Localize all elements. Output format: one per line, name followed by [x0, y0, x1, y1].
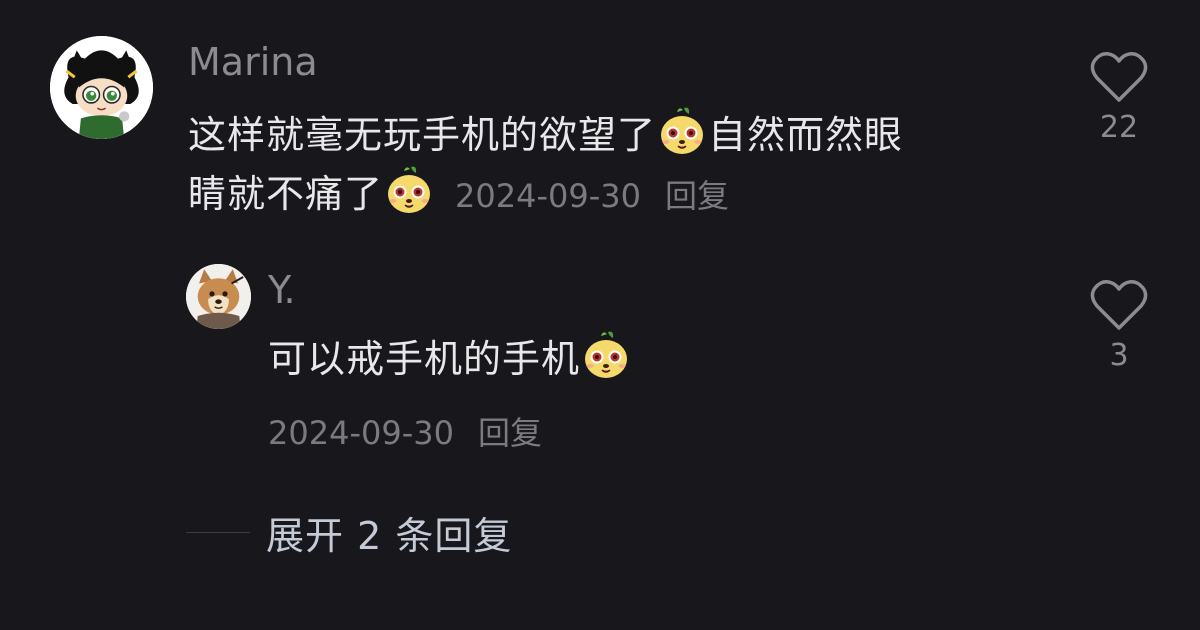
comment-username[interactable]: Marina — [188, 40, 318, 84]
expand-replies-button[interactable]: 展开 2 条回复 — [186, 505, 512, 560]
cartoon-girl-avatar-icon — [50, 36, 153, 139]
comment-text-part: 这样就毫无玩手机的欲望了 — [188, 113, 657, 157]
reply-button[interactable]: 回复 — [478, 414, 542, 452]
avatar[interactable] — [50, 36, 153, 139]
like-button[interactable]: 3 — [1084, 278, 1154, 373]
comment-text-part: 自然而然眼 — [708, 113, 904, 157]
like-count: 22 — [1099, 110, 1139, 145]
reply-text: 可以戒手机的手机 — [268, 330, 632, 389]
comment-text: 这样就毫无玩手机的欲望了 自然而然眼 睛就不痛了 2024-09-30 回复 — [188, 106, 903, 226]
reply-date: 2024-09-30 — [268, 414, 454, 452]
cartoon-dog-avatar-icon — [186, 264, 251, 329]
cute-mole-emoji-icon — [581, 330, 631, 380]
reply-username[interactable]: Y. — [268, 268, 296, 312]
divider — [186, 532, 250, 533]
cute-mole-emoji-icon — [657, 106, 707, 156]
cute-mole-emoji-icon — [384, 165, 434, 215]
heart-icon — [1090, 280, 1148, 330]
comment-date: 2024-09-30 — [455, 177, 641, 215]
comment-thread: Marina 这样就毫无玩手机的欲望了 自然而然眼 睛就不痛了 2024-09-… — [0, 0, 1200, 630]
heart-icon — [1090, 52, 1148, 102]
reply-meta: 2024-09-30 回复 — [268, 408, 542, 454]
like-button[interactable]: 22 — [1084, 50, 1154, 145]
avatar[interactable] — [186, 264, 251, 329]
reply-text-part: 可以戒手机的手机 — [268, 337, 581, 381]
reply-button[interactable]: 回复 — [665, 177, 729, 215]
comment-text-part: 睛就不痛了 — [188, 172, 384, 216]
like-count: 3 — [1109, 338, 1129, 373]
expand-replies-label: 展开 2 条回复 — [266, 514, 513, 558]
